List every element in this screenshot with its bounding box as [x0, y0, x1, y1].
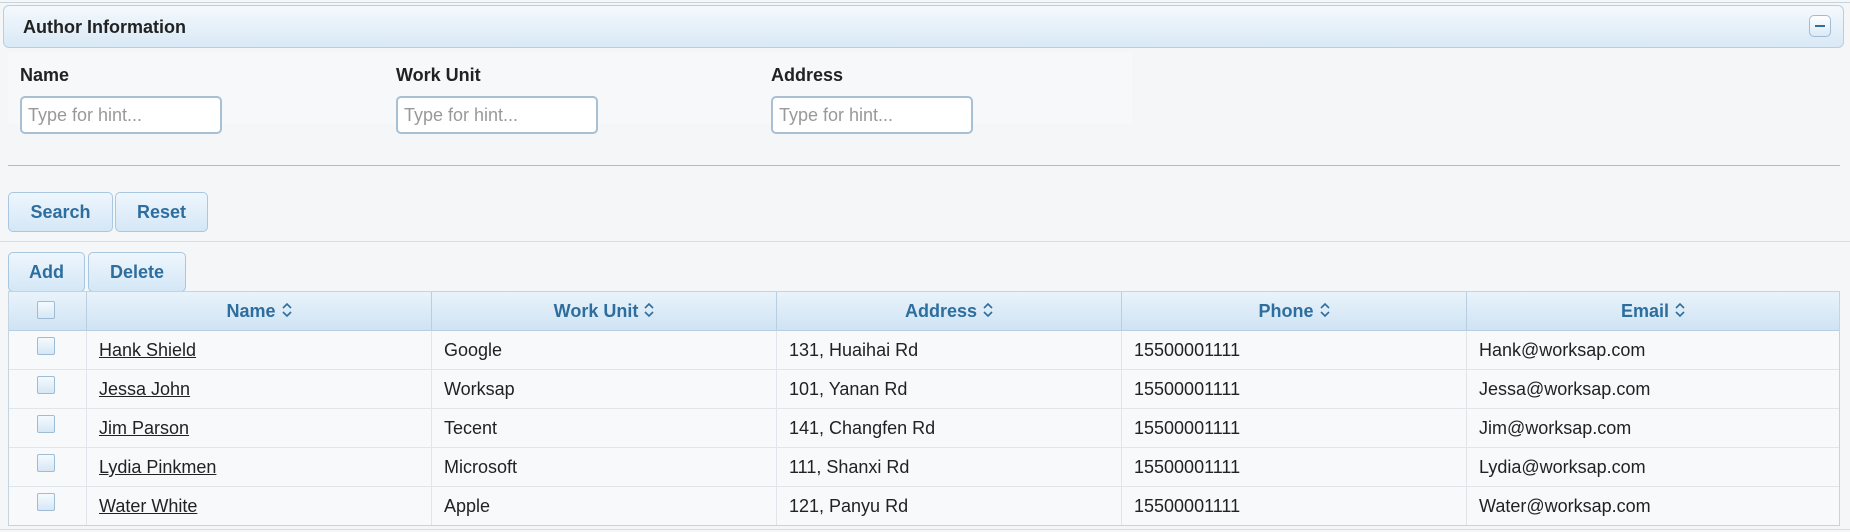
address-cell: 101, Yanan Rd — [777, 370, 1122, 408]
delete-button[interactable]: Delete — [88, 252, 186, 292]
name-label: Name — [20, 65, 70, 85]
authors-table: Name Work Unit Address Phone Email Hank … — [8, 291, 1840, 526]
address-cell: 131, Huaihai Rd — [777, 331, 1122, 369]
phone-cell: 15500001111 — [1122, 448, 1467, 486]
author-name-link[interactable]: Jim Parson — [99, 418, 189, 438]
email-cell: Hank@worksap.com — [1479, 340, 1646, 360]
select-all-cell — [9, 292, 87, 330]
work-unit-cell: Tecent — [432, 409, 777, 447]
column-header-email[interactable]: Email — [1467, 292, 1839, 330]
work-unit-cell: Worksap — [432, 370, 777, 408]
address-cell: 111, Shanxi Rd — [777, 448, 1122, 486]
name-cell: Jim Parson — [87, 409, 432, 447]
column-header-email-label: Email — [1620, 301, 1670, 321]
form-divider — [8, 165, 1840, 166]
address-label: Address — [771, 65, 844, 85]
address-cell: 141, Changfen Rd — [777, 409, 1122, 447]
table-row: Hank Shield Google 131, Huaihai Rd 15500… — [9, 331, 1839, 369]
phone-cell: 15500001111 — [1122, 487, 1467, 525]
email-cell: Lydia@worksap.com — [1479, 457, 1646, 477]
panel-header: Author Information — [3, 5, 1844, 48]
add-button[interactable]: Add — [8, 252, 85, 292]
email-cell: Jessa@worksap.com — [1479, 379, 1651, 399]
reset-button[interactable]: Reset — [115, 192, 208, 232]
row-select-cell — [9, 448, 87, 486]
column-header-work-unit[interactable]: Work Unit — [432, 292, 777, 330]
author-name-link[interactable]: Hank Shield — [99, 340, 196, 360]
author-name-link[interactable]: Water White — [99, 496, 197, 516]
sort-icon — [1319, 303, 1330, 318]
work-unit-cell: Microsoft — [432, 448, 777, 486]
panel-title: Author Information — [23, 17, 186, 37]
column-header-phone-label: Phone — [1258, 301, 1314, 321]
work-unit-cell: Google — [432, 331, 777, 369]
table-header: Name Work Unit Address Phone Email — [9, 292, 1839, 331]
row-select-cell — [9, 409, 87, 447]
column-header-name-label: Name — [226, 301, 276, 321]
sort-icon — [983, 303, 993, 318]
column-header-address[interactable]: Address — [777, 292, 1122, 330]
table-row: Jim Parson Tecent 141, Changfen Rd 15500… — [9, 408, 1839, 447]
author-name-link[interactable]: Jessa John — [99, 379, 190, 399]
sort-icon — [281, 303, 292, 318]
search-button[interactable]: Search — [8, 192, 113, 232]
address-cell: 121, Panyu Rd — [777, 487, 1122, 525]
table-row: Water White Apple 121, Panyu Rd 15500001… — [9, 486, 1839, 525]
phone-cell: 15500001111 — [1122, 331, 1467, 369]
bottom-divider — [0, 529, 1850, 530]
sort-icon — [1675, 303, 1685, 318]
author-name-link[interactable]: Lydia Pinkmen — [99, 457, 216, 477]
phone-cell: 15500001111 — [1122, 409, 1467, 447]
table-row: Jessa John Worksap 101, Yanan Rd 1550000… — [9, 369, 1839, 408]
table-row: Lydia Pinkmen Microsoft 111, Shanxi Rd 1… — [9, 447, 1839, 486]
row-checkbox[interactable] — [37, 337, 55, 355]
column-header-phone[interactable]: Phone — [1122, 292, 1467, 330]
top-divider — [0, 2, 1850, 3]
name-cell: Jessa John — [87, 370, 432, 408]
work-unit-cell: Apple — [432, 487, 777, 525]
column-header-work-unit-label: Work Unit — [553, 301, 639, 321]
name-cell: Hank Shield — [87, 331, 432, 369]
column-header-address-label: Address — [904, 301, 978, 321]
phone-cell: 15500001111 — [1122, 370, 1467, 408]
sort-icon — [644, 303, 654, 318]
name-input[interactable] — [20, 96, 222, 134]
row-checkbox[interactable] — [37, 376, 55, 394]
work-unit-label: Work Unit — [396, 65, 481, 85]
row-select-cell — [9, 370, 87, 408]
email-cell: Jim@worksap.com — [1479, 418, 1632, 438]
row-select-cell — [9, 487, 87, 525]
work-unit-input[interactable] — [396, 96, 598, 134]
name-cell: Lydia Pinkmen — [87, 448, 432, 486]
name-cell: Water White — [87, 487, 432, 525]
select-all-checkbox[interactable] — [37, 301, 55, 319]
row-checkbox[interactable] — [37, 415, 55, 433]
email-cell: Water@worksap.com — [1479, 496, 1651, 516]
row-checkbox[interactable] — [37, 454, 55, 472]
column-header-name[interactable]: Name — [87, 292, 432, 330]
address-input[interactable] — [771, 96, 973, 134]
author-panel: Author Information Name Work Unit Addres… — [0, 0, 1850, 532]
table-body: Hank Shield Google 131, Huaihai Rd 15500… — [9, 331, 1839, 525]
collapse-button[interactable] — [1809, 15, 1831, 37]
section-divider — [0, 241, 1850, 242]
row-checkbox[interactable] — [37, 493, 55, 511]
row-select-cell — [9, 331, 87, 369]
minus-icon — [1815, 25, 1825, 27]
